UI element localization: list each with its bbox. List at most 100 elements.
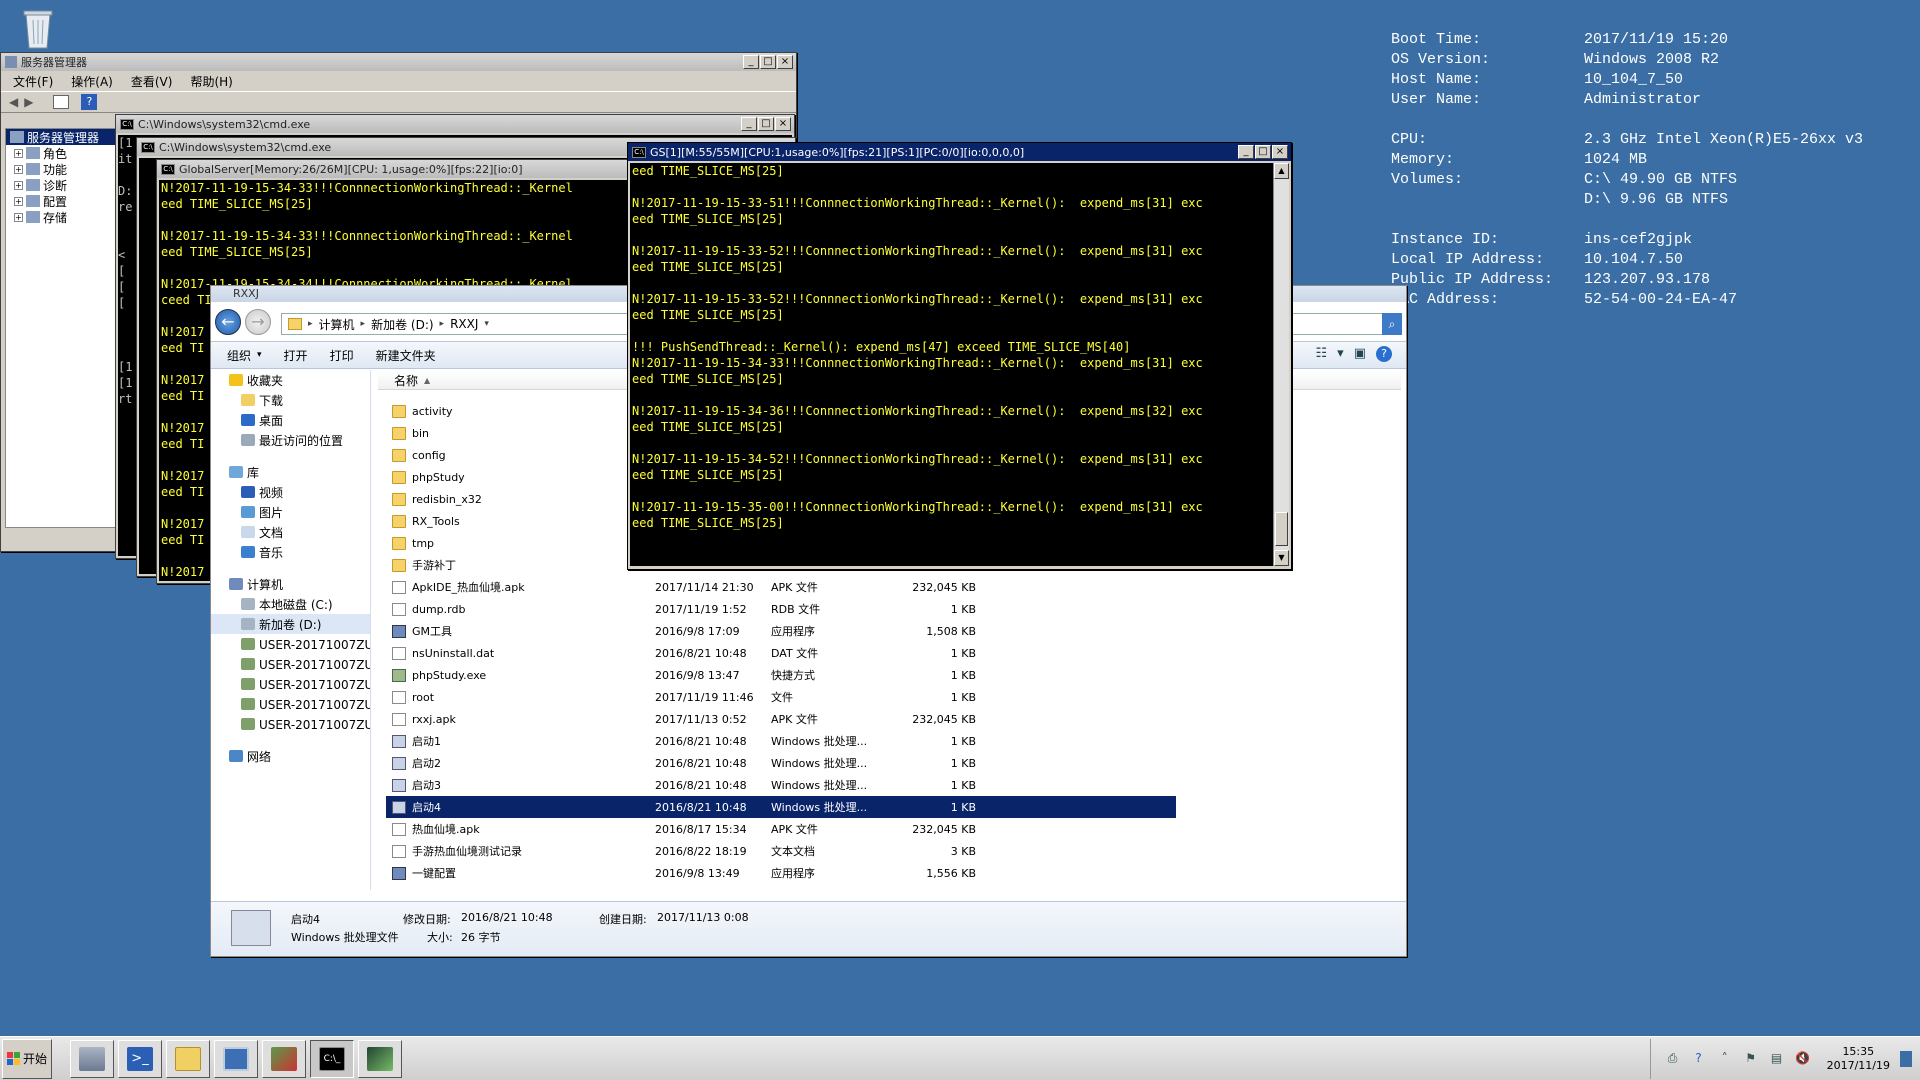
- tree-node[interactable]: + 角色: [6, 145, 120, 161]
- network-icon[interactable]: ▤: [1769, 1051, 1785, 1067]
- command-button[interactable]: 新建文件夹: [376, 347, 436, 364]
- nav-item[interactable]: USER-20171007ZU 上: [211, 694, 370, 714]
- file-row[interactable]: 启动2 2016/8/21 10:48 Windows 批处理... 1 KB: [386, 752, 1176, 774]
- maximize-button[interactable]: □: [758, 117, 774, 131]
- menu-item[interactable]: 文件(F): [13, 73, 53, 90]
- nav-item[interactable]: 收藏夹: [211, 370, 370, 390]
- scroll-up-icon[interactable]: ▲: [1274, 163, 1289, 179]
- close-button[interactable]: ×: [777, 55, 793, 69]
- tree-node[interactable]: + 功能: [6, 161, 120, 177]
- server-manager-titlebar[interactable]: 服务器管理器 _ □ ×: [1, 53, 796, 71]
- search-icon[interactable]: ⌕: [1382, 313, 1402, 335]
- forward-arrow-icon[interactable]: ▶: [24, 95, 33, 109]
- command-button[interactable]: 组织: [227, 347, 251, 364]
- nav-item[interactable]: 最近访问的位置: [211, 430, 370, 450]
- taskbar-explorer[interactable]: [166, 1039, 210, 1078]
- show-desktop-icon[interactable]: [1900, 1051, 1912, 1067]
- chevron-right-icon[interactable]: ▸: [440, 319, 445, 329]
- nav-item[interactable]: 下载: [211, 390, 370, 410]
- breadcrumb-item[interactable]: 新加卷 (D:): [371, 316, 433, 333]
- chevron-down-icon[interactable]: ▾: [484, 319, 489, 329]
- chevron-right-icon[interactable]: ▸: [361, 319, 366, 329]
- recycle-bin-icon[interactable]: [20, 6, 56, 52]
- maximize-button[interactable]: □: [1255, 145, 1271, 159]
- menu-item[interactable]: 帮助(H): [190, 73, 232, 90]
- volume-muted-icon[interactable]: 🔇: [1795, 1051, 1811, 1067]
- file-row[interactable]: 热血仙境.apk 2016/8/17 15:34 APK 文件 232,045 KB: [386, 818, 1176, 840]
- file-row[interactable]: 启动1 2016/8/21 10:48 Windows 批处理... 1 KB: [386, 730, 1176, 752]
- tree-node[interactable]: + 存储: [6, 209, 120, 225]
- printer-icon[interactable]: ⎙: [1665, 1051, 1681, 1067]
- back-arrow-icon[interactable]: ◀: [9, 95, 18, 109]
- forward-button[interactable]: →: [245, 309, 271, 335]
- console-icon[interactable]: [53, 95, 70, 109]
- file-row[interactable]: root 2017/11/19 11:46 文件 1 KB: [386, 686, 1176, 708]
- file-row[interactable]: ApkIDE_热血仙境.apk 2017/11/14 21:30 APK 文件 232…: [386, 576, 1176, 598]
- taskbar-network-app[interactable]: [262, 1039, 306, 1078]
- scroll-down-icon[interactable]: ▼: [1274, 550, 1289, 566]
- taskbar-app[interactable]: [214, 1039, 258, 1078]
- expand-icon[interactable]: +: [14, 180, 23, 190]
- help-icon[interactable]: ?: [1376, 346, 1392, 362]
- breadcrumb-item[interactable]: 计算机: [319, 316, 355, 333]
- expand-icon[interactable]: +: [14, 164, 23, 174]
- nav-item[interactable]: USER-20171007ZU 上: [211, 714, 370, 734]
- nav-item[interactable]: 库: [211, 462, 370, 482]
- file-row[interactable]: phpStudy.exe 2016/9/8 13:47 快捷方式 1 KB: [386, 664, 1176, 686]
- nav-item[interactable]: USER-20171007ZU 上: [211, 634, 370, 654]
- tree-node[interactable]: + 诊断: [6, 177, 120, 193]
- taskbar-server-manager[interactable]: [70, 1039, 114, 1078]
- view-options-icon[interactable]: ☷: [1316, 346, 1328, 362]
- chevron-down-icon[interactable]: ▾: [1337, 346, 1344, 362]
- flag-icon[interactable]: ⚑: [1743, 1051, 1759, 1067]
- nav-item[interactable]: 音乐: [211, 542, 370, 562]
- back-button[interactable]: ←: [215, 309, 241, 335]
- file-row[interactable]: nsUninstall.dat 2016/8/21 10:48 DAT 文件 1 KB: [386, 642, 1176, 664]
- menu-item[interactable]: 查看(V): [131, 73, 173, 90]
- tree-node[interactable]: + 配置: [6, 193, 120, 209]
- breadcrumb-item[interactable]: RXXJ: [450, 317, 478, 331]
- help-icon[interactable]: ?: [1691, 1051, 1707, 1067]
- nav-item[interactable]: USER-20171007ZU 上: [211, 654, 370, 674]
- minimize-button[interactable]: _: [741, 117, 757, 131]
- nav-item[interactable]: 图片: [211, 502, 370, 522]
- nav-item[interactable]: 计算机: [211, 574, 370, 594]
- file-row[interactable]: 启动3 2016/8/21 10:48 Windows 批处理... 1 KB: [386, 774, 1176, 796]
- command-button[interactable]: 打印: [330, 347, 354, 364]
- expand-icon[interactable]: +: [14, 196, 23, 206]
- maximize-button[interactable]: □: [760, 55, 776, 69]
- tree-node[interactable]: 服务器管理器: [6, 129, 120, 145]
- taskbar-cmd[interactable]: C:\_: [310, 1039, 354, 1078]
- file-row[interactable]: dump.rdb 2017/11/19 1:52 RDB 文件 1 KB: [386, 598, 1176, 620]
- file-row[interactable]: 一键配置 2016/9/8 13:49 应用程序 1,556 KB: [386, 862, 1176, 884]
- nav-item[interactable]: USER-20171007ZU 上: [211, 674, 370, 694]
- clock[interactable]: 15:35 2017/11/19: [1827, 1045, 1890, 1073]
- gs-console-window[interactable]: C:\ GS[1][M:55/55M][CPU:1,usage:0%][fps:…: [627, 142, 1292, 570]
- close-button[interactable]: ×: [1272, 145, 1288, 159]
- expand-icon[interactable]: +: [14, 148, 23, 158]
- gs-titlebar[interactable]: C:\ GS[1][M:55/55M][CPU:1,usage:0%][fps:…: [628, 143, 1291, 161]
- chevron-down-icon[interactable]: ▾: [257, 350, 262, 360]
- preview-pane-icon[interactable]: ▣: [1354, 346, 1366, 362]
- nav-item[interactable]: 文档: [211, 522, 370, 542]
- nav-item[interactable]: 桌面: [211, 410, 370, 430]
- nav-item[interactable]: 本地磁盘 (C:): [211, 594, 370, 614]
- command-button[interactable]: 打开: [284, 347, 308, 364]
- start-button[interactable]: 开始: [2, 1038, 52, 1079]
- expand-icon[interactable]: +: [14, 212, 23, 222]
- minimize-button[interactable]: _: [743, 55, 759, 69]
- file-row[interactable]: GM工具 2016/9/8 17:09 应用程序 1,508 KB: [386, 620, 1176, 642]
- menu-item[interactable]: 操作(A): [71, 73, 113, 90]
- vertical-scrollbar[interactable]: ▲ ▼: [1273, 163, 1289, 566]
- nav-item[interactable]: 视频: [211, 482, 370, 502]
- file-row[interactable]: rxxj.apk 2017/11/13 0:52 APK 文件 232,045 KB: [386, 708, 1176, 730]
- chevron-right-icon[interactable]: ▸: [308, 319, 313, 329]
- nav-item[interactable]: 新加卷 (D:): [211, 614, 370, 634]
- file-row[interactable]: 手游热血仙境测试记录 2016/8/22 18:19 文本文档 3 KB: [386, 840, 1176, 862]
- minimize-button[interactable]: _: [1238, 145, 1254, 159]
- file-row[interactable]: 启动4 2016/8/21 10:48 Windows 批处理... 1 KB: [386, 796, 1176, 818]
- close-button[interactable]: ×: [775, 117, 791, 131]
- taskbar-image-app[interactable]: [358, 1039, 402, 1078]
- help-icon[interactable]: ?: [81, 94, 98, 110]
- taskbar-powershell[interactable]: >_: [118, 1039, 162, 1078]
